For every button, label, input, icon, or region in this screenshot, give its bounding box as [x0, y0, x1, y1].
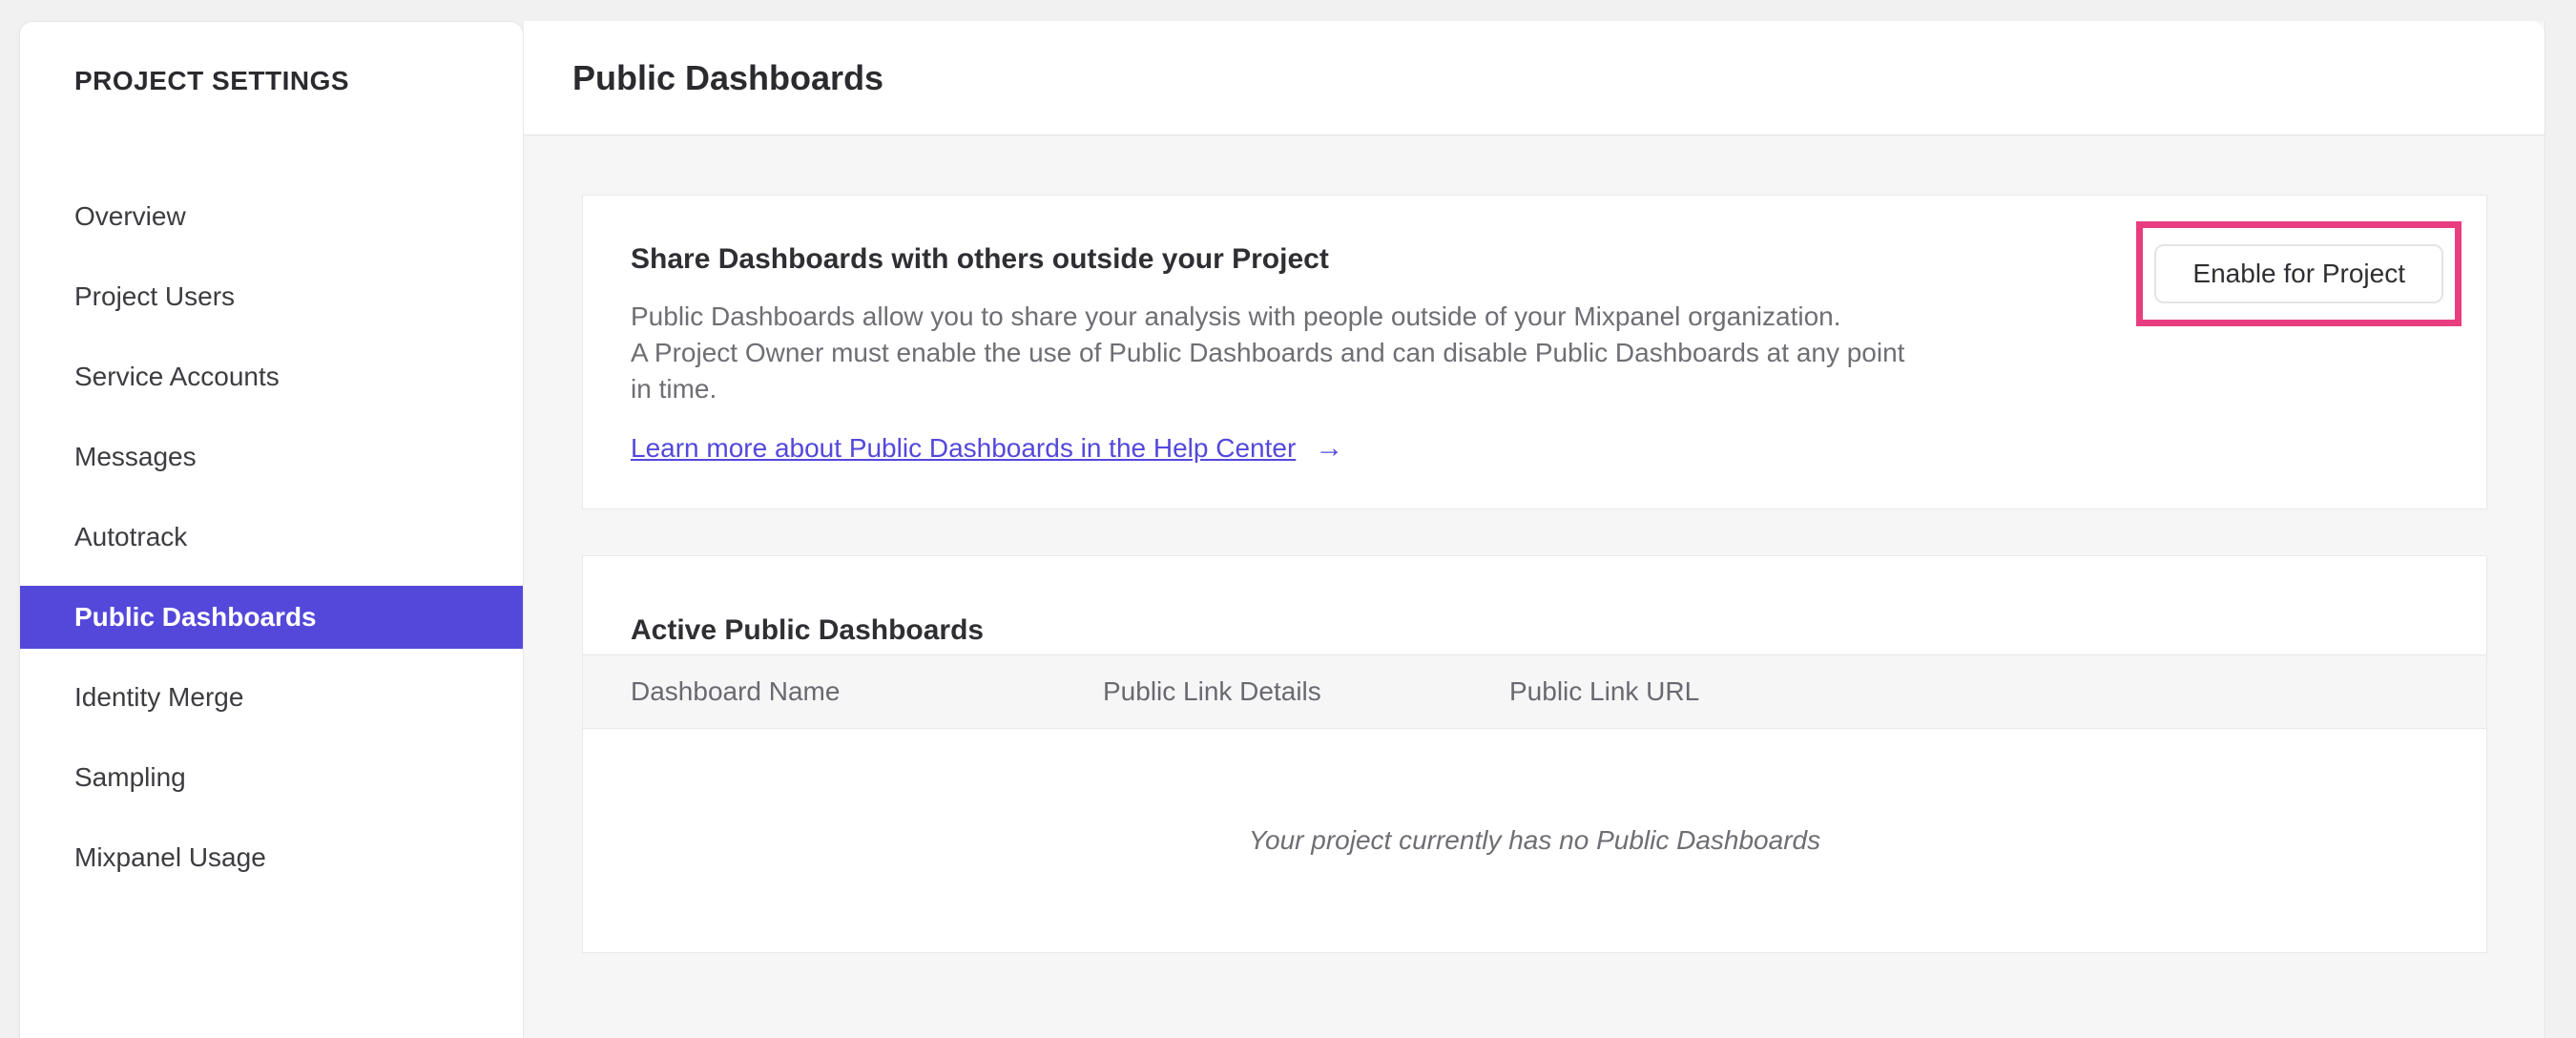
active-dashboards-title: Active Public Dashboards — [631, 613, 985, 646]
empty-state-message: Your project currently has no Public Das… — [1248, 825, 1821, 855]
sidebar-item-label: Mixpanel Usage — [74, 842, 266, 872]
sidebar-item-label: Overview — [74, 201, 186, 231]
column-header-public-link-details: Public Link Details — [1103, 676, 1321, 706]
project-settings-sidebar: PROJECT SETTINGS Overview Project Users … — [19, 21, 524, 1038]
main-panel: Public Dashboards Share Dashboards with … — [524, 21, 2545, 1038]
settings-nav: Overview Project Users Service Accounts … — [20, 185, 523, 889]
enable-for-project-button[interactable]: Enable for Project — [2154, 244, 2443, 303]
help-center-link[interactable]: Learn more about Public Dashboards in th… — [631, 433, 1296, 464]
page-title: Public Dashboards — [572, 57, 884, 97]
column-header-public-link-url: Public Link URL — [1509, 676, 1700, 706]
main-header: Public Dashboards — [524, 21, 2545, 135]
dashboards-table-header: Dashboard Name Public Link Details Publi… — [583, 654, 2486, 729]
sidebar-item-project-users[interactable]: Project Users — [20, 265, 523, 328]
sidebar-item-label: Identity Merge — [74, 682, 244, 712]
main-body: Share Dashboards with others outside you… — [524, 135, 2545, 1038]
highlight-annotation-box: Enable for Project — [2136, 221, 2462, 326]
sidebar-title: PROJECT SETTINGS — [74, 66, 350, 95]
sidebar-item-identity-merge[interactable]: Identity Merge — [20, 666, 523, 729]
share-dashboards-card: Share Dashboards with others outside you… — [582, 195, 2487, 509]
arrow-right-icon: → — [1315, 432, 1344, 464]
sidebar-item-autotrack[interactable]: Autotrack — [20, 506, 523, 569]
sidebar-item-label: Messages — [74, 442, 197, 471]
sidebar-item-service-accounts[interactable]: Service Accounts — [20, 345, 523, 408]
empty-state-row: Your project currently has no Public Das… — [583, 729, 2486, 952]
sidebar-item-label: Project Users — [74, 281, 236, 311]
sidebar-item-label: Autotrack — [74, 522, 188, 551]
column-header-dashboard-name: Dashboard Name — [631, 676, 841, 706]
sidebar-item-overview[interactable]: Overview — [20, 185, 523, 248]
sidebar-item-sampling[interactable]: Sampling — [20, 746, 523, 809]
help-link-row: Learn more about Public Dashboards in th… — [631, 432, 2486, 465]
sidebar-item-mixpanel-usage[interactable]: Mixpanel Usage — [20, 826, 523, 889]
sidebar-item-messages[interactable]: Messages — [20, 426, 523, 488]
active-dashboards-card: Active Public Dashboards Dashboard Name … — [582, 555, 2487, 953]
sidebar-item-label: Service Accounts — [74, 362, 280, 391]
sidebar-item-label: Public Dashboards — [74, 602, 317, 632]
sidebar-item-label: Sampling — [74, 762, 186, 792]
sidebar-item-public-dashboards[interactable]: Public Dashboards — [20, 586, 523, 649]
